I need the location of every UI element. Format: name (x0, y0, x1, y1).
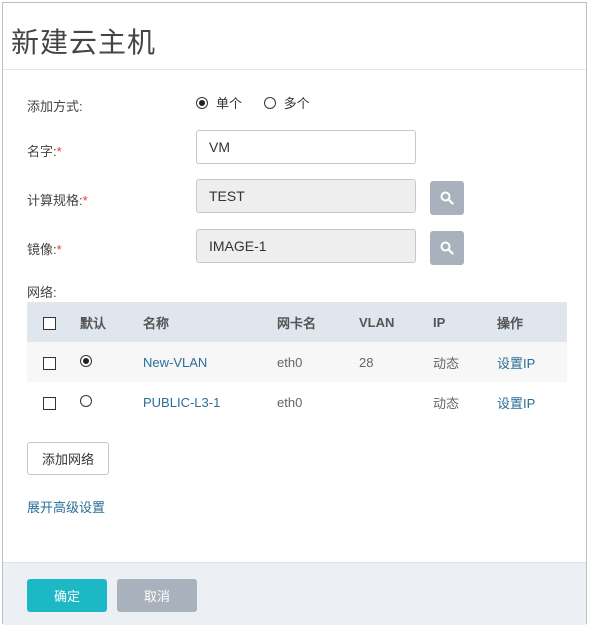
dialog-footer: 确定 取消 (3, 562, 586, 625)
name-input[interactable] (196, 130, 416, 164)
set-ip-link[interactable]: 设置IP (497, 356, 535, 371)
dialog-title: 新建云主机 (11, 27, 157, 58)
name-label: 名字:* (27, 141, 62, 160)
image-label-text: 镜像: (27, 242, 57, 257)
radio-single[interactable]: 单个 (196, 93, 242, 112)
row-select-cell (27, 342, 80, 382)
header-ip: IP (433, 314, 446, 330)
add-mode-label: 添加方式: (27, 99, 83, 114)
table-row: New-VLAN eth0 28 动态 设置IP (27, 342, 567, 382)
row-default-cell (80, 382, 143, 422)
row-vlan: 28 (359, 354, 374, 370)
title-bar: 新建云主机 (3, 3, 586, 70)
confirm-button[interactable]: 确定 (27, 579, 107, 612)
image-search-button[interactable] (430, 231, 464, 265)
add-mode-radio-group: 单个 多个 (196, 93, 328, 112)
radio-single-circle[interactable] (196, 96, 208, 109)
row-select-cell (27, 382, 80, 422)
network-name-link[interactable]: New-VLAN (143, 355, 207, 370)
search-icon (440, 191, 454, 205)
row-nic: eth0 (277, 354, 303, 370)
radio-single-label: 单个 (216, 96, 243, 111)
row-ip: 动态 (433, 395, 460, 411)
radio-multiple[interactable]: 多个 (263, 93, 310, 112)
row-nic: eth0 (277, 394, 303, 410)
row-action-cell: 设置IP (497, 342, 567, 382)
set-ip-link[interactable]: 设置IP (497, 396, 535, 411)
row-checkbox[interactable] (43, 356, 56, 370)
name-label-text: 名字: (27, 144, 57, 159)
header-nic: 网卡名 (277, 315, 317, 331)
spec-field[interactable]: TEST (196, 179, 416, 213)
spec-search-button[interactable] (430, 181, 464, 215)
search-icon (440, 241, 454, 255)
default-radio[interactable] (80, 394, 92, 407)
network-table: 默认 名称 网卡名 VLAN IP 操作 New-VLAN eth0 28 动态… (27, 302, 567, 422)
required-mark: * (82, 193, 88, 208)
radio-multiple-label: 多个 (283, 96, 310, 111)
spec-label: 计算规格:* (27, 190, 88, 209)
required-mark: * (56, 242, 62, 257)
row-name-cell: PUBLIC-L3-1 (143, 382, 277, 422)
advanced-settings-link[interactable]: 展开高级设置 (27, 497, 105, 516)
required-mark: * (56, 144, 62, 159)
radio-multiple-circle[interactable] (263, 96, 276, 109)
cancel-button[interactable]: 取消 (117, 579, 197, 612)
row-checkbox[interactable] (43, 396, 56, 410)
row-default-cell (80, 342, 143, 382)
select-all-checkbox[interactable] (43, 316, 56, 330)
header-default: 默认 (80, 315, 107, 331)
header-action: 操作 (497, 315, 524, 331)
image-label: 镜像:* (27, 239, 62, 258)
header-vlan: VLAN (359, 314, 395, 330)
row-name-cell: New-VLAN (143, 342, 277, 382)
row-vlan (359, 382, 433, 422)
default-radio[interactable] (80, 354, 92, 367)
add-network-button[interactable]: 添加网络 (27, 442, 109, 475)
spec-label-text: 计算规格: (27, 193, 83, 208)
table-header-row: 默认 名称 网卡名 VLAN IP 操作 (27, 302, 567, 342)
network-label: 网络: (27, 285, 57, 300)
image-field[interactable]: IMAGE-1 (196, 229, 416, 263)
header-select-all (27, 302, 80, 342)
create-vm-dialog: 新建云主机 添加方式: 单个 多个 名字:* 计算规格:* TEST 镜像:* … (2, 2, 587, 625)
row-action-cell: 设置IP (497, 382, 567, 422)
table-row: PUBLIC-L3-1 eth0 动态 设置IP (27, 382, 567, 422)
header-name: 名称 (143, 315, 170, 331)
network-name-link[interactable]: PUBLIC-L3-1 (143, 395, 220, 410)
row-ip: 动态 (433, 355, 460, 371)
